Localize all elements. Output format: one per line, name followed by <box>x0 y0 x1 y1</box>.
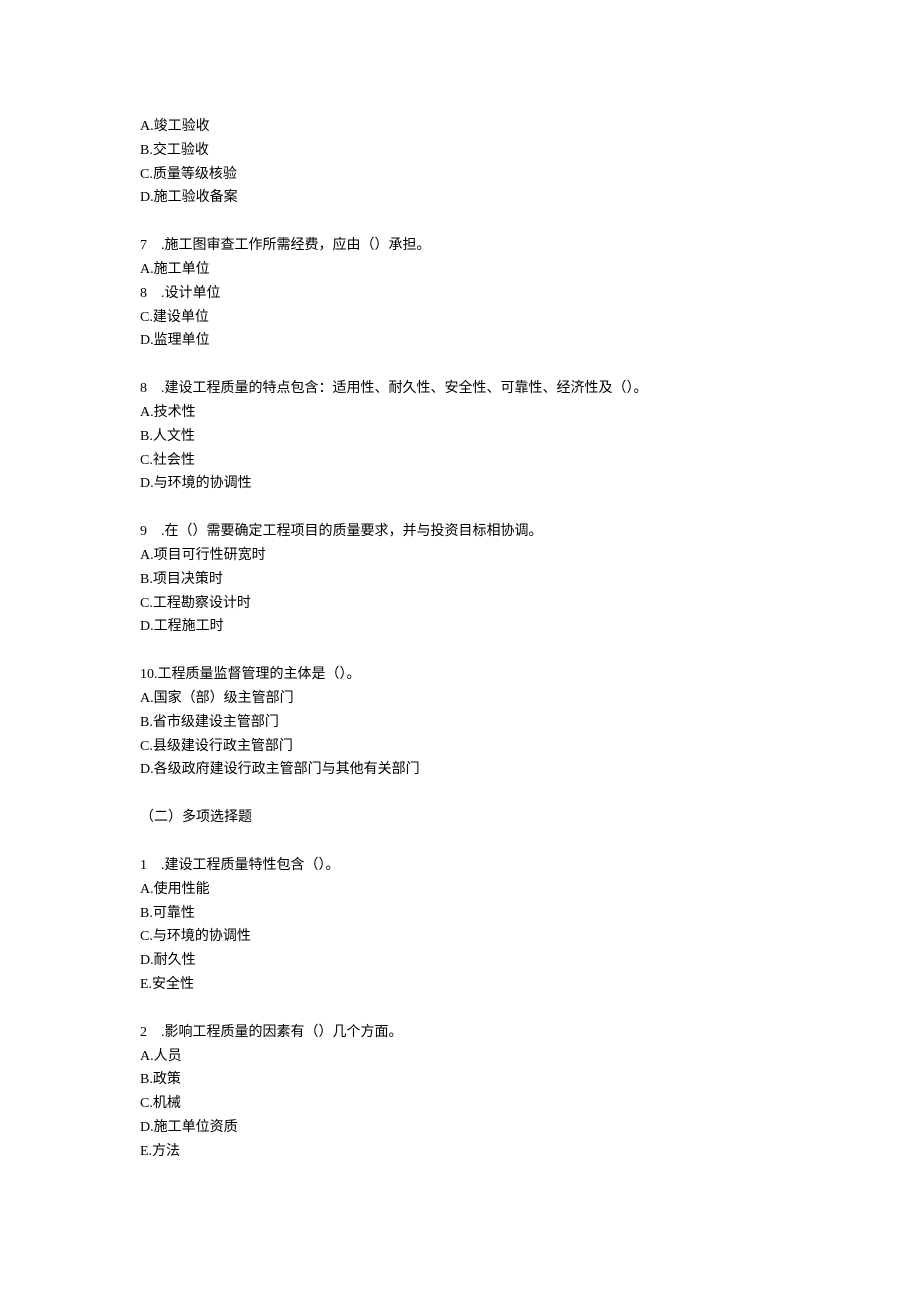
question-text: 1 .建设工程质量特性包含（）。 <box>140 854 780 878</box>
option-text: B.人文性 <box>140 425 780 449</box>
question-text: 2 .影响工程质量的因素有（）几个方面。 <box>140 1021 780 1045</box>
option-text: C.社会性 <box>140 449 780 473</box>
option-text: D.耐久性 <box>140 949 780 973</box>
option-text: D.各级政府建设行政主管部门与其他有关部门 <box>140 758 780 782</box>
option-text: C.与环境的协调性 <box>140 925 780 949</box>
option-text: A.项目可行性研宽时 <box>140 544 780 568</box>
section-heading: （二）多项选择题 <box>140 806 780 830</box>
option-text: C.质量等级核验 <box>140 163 780 187</box>
question-block: 10.工程质量监督管理的主体是（）。 A.国家（部）级主管部门 B.省市级建设主… <box>140 663 780 782</box>
question-text: 9 .在（）需要确定工程项目的质量要求，并与投资目标相协调。 <box>140 520 780 544</box>
option-text: D.施工单位资质 <box>140 1116 780 1140</box>
question-block: 8 .建设工程质量的特点包含：适用性、耐久性、安全性、可靠性、经济性及（）。 A… <box>140 377 780 496</box>
question-text: 8 .建设工程质量的特点包含：适用性、耐久性、安全性、可靠性、经济性及（）。 <box>140 377 780 401</box>
option-text: D.施工验收备案 <box>140 186 780 210</box>
section-heading-block: （二）多项选择题 <box>140 806 780 830</box>
option-text: B.政策 <box>140 1068 780 1092</box>
option-text: D.监理单位 <box>140 329 780 353</box>
option-text: B.项目决策时 <box>140 568 780 592</box>
option-text: D.工程施工时 <box>140 615 780 639</box>
question-text: 10.工程质量监督管理的主体是（）。 <box>140 663 780 687</box>
option-text: A.使用性能 <box>140 878 780 902</box>
option-text: B.省市级建设主管部门 <box>140 711 780 735</box>
question-block: 9 .在（）需要确定工程项目的质量要求，并与投资目标相协调。 A.项目可行性研宽… <box>140 520 780 639</box>
option-text: C.县级建设行政主管部门 <box>140 735 780 759</box>
question-text: 7 .施工图审查工作所需经费，应由（）承担。 <box>140 234 780 258</box>
question-block: A.竣工验收 B.交工验收 C.质量等级核验 D.施工验收备案 <box>140 115 780 210</box>
option-text: D.与环境的协调性 <box>140 472 780 496</box>
question-block: 1 .建设工程质量特性包含（）。 A.使用性能 B.可靠性 C.与环境的协调性 … <box>140 854 780 997</box>
option-text: B.交工验收 <box>140 139 780 163</box>
option-text: 8 .设计单位 <box>140 282 780 306</box>
option-text: A.技术性 <box>140 401 780 425</box>
option-text: A.施工单位 <box>140 258 780 282</box>
option-text: C.工程勘察设计时 <box>140 592 780 616</box>
question-block: 2 .影响工程质量的因素有（）几个方面。 A.人员 B.政策 C.机械 D.施工… <box>140 1021 780 1164</box>
document-page: A.竣工验收 B.交工验收 C.质量等级核验 D.施工验收备案 7 .施工图审查… <box>0 0 920 1301</box>
option-text: E.方法 <box>140 1140 780 1164</box>
option-text: A.国家（部）级主管部门 <box>140 687 780 711</box>
option-text: B.可靠性 <box>140 902 780 926</box>
option-text: C.机械 <box>140 1092 780 1116</box>
option-text: C.建设单位 <box>140 306 780 330</box>
option-text: A.人员 <box>140 1045 780 1069</box>
option-text: E.安全性 <box>140 973 780 997</box>
question-block: 7 .施工图审查工作所需经费，应由（）承担。 A.施工单位 8 .设计单位 C.… <box>140 234 780 353</box>
option-text: A.竣工验收 <box>140 115 780 139</box>
